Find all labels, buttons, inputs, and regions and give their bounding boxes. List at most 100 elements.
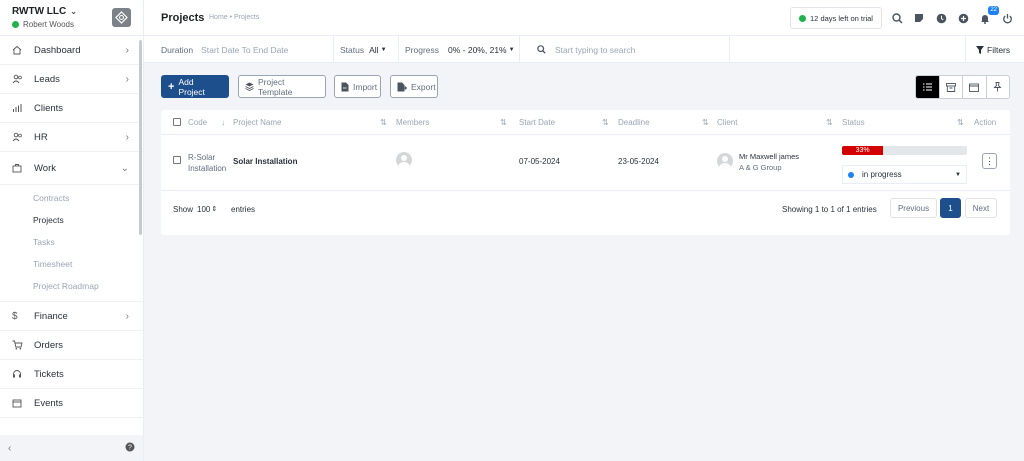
add-project-button[interactable]: + Add Project xyxy=(161,75,229,98)
archive-icon[interactable] xyxy=(940,76,963,98)
filter-bar: Duration Start Date To End Date Status A… xyxy=(144,36,1024,63)
submenu-item-projects[interactable]: Projects xyxy=(0,209,143,231)
sidebar-item-clients[interactable]: Clients xyxy=(0,94,143,123)
status-dropdown[interactable]: in progress ▼ xyxy=(842,165,967,184)
column-header-client[interactable]: Client xyxy=(717,110,737,134)
previous-page-button[interactable]: Previous xyxy=(890,198,937,218)
sort-icon[interactable]: ⇅ xyxy=(380,110,387,134)
company-logo[interactable] xyxy=(112,8,131,27)
headset-icon xyxy=(12,369,30,379)
sidebar-scrollbar[interactable] xyxy=(139,40,142,235)
sticky-note-icon[interactable] xyxy=(912,11,926,25)
next-page-button[interactable]: Next xyxy=(965,198,997,218)
company-switcher[interactable]: RWTW LLC ⌄ xyxy=(12,6,77,17)
sidebar-item-work[interactable]: Work ⌄ xyxy=(0,152,143,185)
user-name: Robert Woods xyxy=(23,20,74,29)
column-header-action: Action xyxy=(974,110,996,134)
client-avatar[interactable] xyxy=(717,153,733,169)
filters-button[interactable]: Filters xyxy=(965,36,1024,63)
submenu-item-contracts[interactable]: Contracts xyxy=(0,187,143,209)
chart-icon xyxy=(12,103,30,113)
client-company: A & G Group xyxy=(739,163,782,172)
member-avatar[interactable] xyxy=(396,152,412,168)
import-label: Import xyxy=(353,81,378,92)
view-switcher xyxy=(915,75,1010,99)
column-header-members[interactable]: Members xyxy=(396,110,429,134)
column-header-start-date[interactable]: Start Date xyxy=(519,110,555,134)
collapse-sidebar-icon[interactable]: ‹ xyxy=(8,443,11,454)
sidebar-item-orders[interactable]: Orders xyxy=(0,331,143,360)
sidebar-header: RWTW LLC ⌄ Robert Woods xyxy=(0,0,143,36)
search-input[interactable]: Start typing to search xyxy=(555,45,635,55)
caret-down-icon: ▼ xyxy=(955,171,961,178)
trial-status-icon xyxy=(799,14,807,22)
submenu-item-project-roadmap[interactable]: Project Roadmap xyxy=(0,275,143,297)
cart-icon xyxy=(12,340,30,350)
pin-icon[interactable] xyxy=(987,76,1010,98)
add-circle-icon[interactable] xyxy=(956,11,970,25)
column-header-project-name[interactable]: Project Name xyxy=(233,110,281,134)
status-filter[interactable]: Status All ▼ xyxy=(340,36,399,63)
column-header-status[interactable]: Status xyxy=(842,110,865,134)
page-title: Projects xyxy=(161,12,205,24)
row-checkbox[interactable] xyxy=(173,156,181,166)
page-1-button[interactable]: 1 xyxy=(940,198,961,218)
add-project-label: Add Project xyxy=(178,76,205,97)
sort-icon[interactable]: ⇅ xyxy=(957,110,964,134)
sidebar-item-finance[interactable]: $ Finance › xyxy=(0,302,143,331)
header-label: Members xyxy=(396,117,430,127)
sidebar-item-dashboard[interactable]: Dashboard › xyxy=(0,36,143,65)
search-box[interactable]: Start typing to search xyxy=(528,36,730,63)
duration-filter[interactable]: Duration Start Date To End Date xyxy=(161,36,334,63)
submenu-item-tasks[interactable]: Tasks xyxy=(0,231,143,253)
sidebar-item-label: Clients xyxy=(34,102,64,114)
sort-icon[interactable]: ⇅ xyxy=(500,110,507,134)
sidebar-item-events[interactable]: Events xyxy=(0,389,143,418)
progress-filter[interactable]: Progress 0% - 20%, 21% ▼ xyxy=(405,36,520,63)
export-button[interactable]: Export xyxy=(390,75,438,98)
user-status: Robert Woods xyxy=(12,20,74,29)
row-action-menu-button[interactable]: ⋮ xyxy=(982,153,997,169)
import-button[interactable]: Import xyxy=(334,75,381,98)
project-name-link[interactable]: Solar Installation xyxy=(233,157,297,166)
header-divider xyxy=(161,134,1010,135)
pagination-info: Showing 1 to 1 of 1 entries xyxy=(782,205,877,214)
power-icon[interactable] xyxy=(1000,11,1014,25)
chevron-right-icon: › xyxy=(125,44,129,56)
sort-icon[interactable]: ⇅ xyxy=(702,110,709,134)
trial-badge[interactable]: 12 days left on trial xyxy=(790,7,882,29)
more-vertical-icon: ⋮ xyxy=(985,155,994,166)
sort-icon[interactable]: ⇅ xyxy=(826,110,833,134)
chevron-down-icon: ⌄ xyxy=(70,7,77,16)
filters-label: Filters xyxy=(987,44,1011,55)
sidebar-item-tickets[interactable]: Tickets xyxy=(0,360,143,389)
bell-icon[interactable]: 22 xyxy=(978,6,999,25)
help-icon[interactable]: ? xyxy=(125,442,135,455)
sidebar-item-label: Tickets xyxy=(34,368,64,380)
project-code-line: Installation xyxy=(188,164,227,173)
sort-icon[interactable]: ⇅ xyxy=(602,110,609,134)
progress-bar: 33% xyxy=(842,146,967,155)
entries-select[interactable]: 100 ⇕ xyxy=(197,202,227,216)
status-value: All xyxy=(369,44,379,55)
column-header-deadline[interactable]: Deadline xyxy=(618,110,650,134)
notification-count: 22 xyxy=(988,6,999,15)
select-all-checkbox[interactable] xyxy=(173,110,181,134)
column-header-code[interactable]: Code ↓ xyxy=(188,110,225,134)
submenu-item-timesheet[interactable]: Timesheet xyxy=(0,253,143,275)
chevron-down-icon: ⌄ xyxy=(120,162,129,174)
list-view-icon[interactable] xyxy=(916,76,940,98)
header-label: Action xyxy=(974,117,997,127)
clock-icon[interactable] xyxy=(934,11,948,25)
status-dot-icon xyxy=(848,171,854,178)
sidebar-item-leads[interactable]: Leads › xyxy=(0,65,143,94)
chevron-right-icon: › xyxy=(125,131,129,143)
search-icon[interactable] xyxy=(890,11,904,25)
calendar-view-icon[interactable] xyxy=(963,76,987,98)
client-info[interactable]: Mr Maxwell james A & G Group xyxy=(739,151,799,173)
file-export-icon xyxy=(397,82,407,92)
sidebar-item-label: Work xyxy=(34,162,56,174)
project-template-button[interactable]: Project Template xyxy=(238,75,326,98)
breadcrumb[interactable]: Home • Projects xyxy=(209,14,259,21)
sidebar-item-hr[interactable]: HR › xyxy=(0,123,143,152)
